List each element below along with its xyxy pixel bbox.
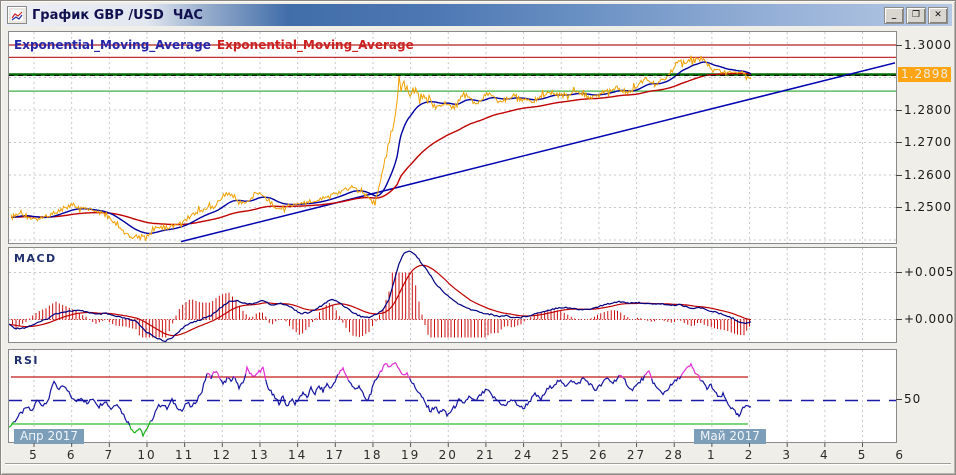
rsi-pane-label: RSI xyxy=(14,354,39,367)
price-axis-label: 1.2500 xyxy=(896,200,952,214)
price-axis-label: 1.2600 xyxy=(896,168,952,182)
window-controls: _ ❐ ✕ xyxy=(884,7,948,24)
date-axis-label: 10 xyxy=(137,448,157,462)
date-axis-label: 25 xyxy=(551,448,571,462)
date-tick-strip xyxy=(33,443,864,447)
date-axis-label: 27 xyxy=(626,448,647,462)
date-axis-label: 2 xyxy=(744,448,755,462)
macd-axis-label: +0.005 xyxy=(895,265,955,279)
chart-window-icon xyxy=(7,6,27,24)
price-chart-pane[interactable] xyxy=(8,31,897,244)
close-button[interactable]: ✕ xyxy=(928,7,948,24)
date-axis-label: 13 xyxy=(250,448,270,462)
date-axis-label: 24 xyxy=(513,448,534,462)
date-axis-label: 5 xyxy=(857,448,868,462)
date-axis-label: 28 xyxy=(664,448,684,462)
indicator-legend: Exponential_Moving_Average Exponential_Mo… xyxy=(14,38,420,52)
month-label-may: Май 2017 xyxy=(694,429,766,444)
chart-glyph xyxy=(11,9,23,21)
date-axis-label: 18 xyxy=(363,448,383,462)
date-axis-label: 4 xyxy=(820,448,830,462)
window-bottom-groove xyxy=(5,463,951,465)
month-label-apr: Апр 2017 xyxy=(14,429,85,444)
date-axis-label: 12 xyxy=(212,448,232,462)
date-axis-label: 17 xyxy=(325,448,345,462)
title-bar[interactable]: График GBP /USD ЧАС _ ❐ ✕ xyxy=(4,4,952,26)
rsi-axis-label: 50 xyxy=(895,392,922,406)
date-axis-label: 6 xyxy=(66,448,77,462)
price-axis-label: 1.2700 xyxy=(896,135,952,149)
legend-ema-2: Exponential_Moving_Average xyxy=(216,38,414,52)
legend-ema-1: Exponential_Moving_Average xyxy=(14,38,211,52)
chart-window: График GBP /USD ЧАС _ ❐ ✕ Exponential_Mo… xyxy=(0,0,956,475)
date-axis-label: 1 xyxy=(707,448,717,462)
price-axis-label: 1.2800 xyxy=(896,103,952,117)
date-axis-label: 11 xyxy=(174,448,195,462)
date-axis-label: 5 xyxy=(29,448,39,462)
window-title: График GBP /USD ЧАС xyxy=(32,7,203,23)
macd-pane-label: MACD xyxy=(14,252,57,265)
minimize-button[interactable]: _ xyxy=(884,7,904,24)
macd-axis-label: +0.000 xyxy=(895,312,955,326)
current-price-badge: 1.2898 xyxy=(898,67,951,82)
price-axis-label: 1.3000 xyxy=(896,38,952,52)
date-axis-label: 6 xyxy=(895,448,905,462)
date-axis-label: 19 xyxy=(400,448,421,462)
macd-pane[interactable] xyxy=(8,247,897,343)
date-axis-label: 21 xyxy=(476,448,496,462)
maximize-button[interactable]: ❐ xyxy=(906,7,926,24)
macd-svg[interactable] xyxy=(9,248,896,342)
date-axis-label: 26 xyxy=(589,448,609,462)
date-axis-label: 20 xyxy=(438,448,458,462)
date-axis-label: 14 xyxy=(287,448,308,462)
price-chart-svg[interactable] xyxy=(9,32,896,243)
date-axis-label: 7 xyxy=(104,448,115,462)
date-axis-label: 3 xyxy=(782,448,793,462)
